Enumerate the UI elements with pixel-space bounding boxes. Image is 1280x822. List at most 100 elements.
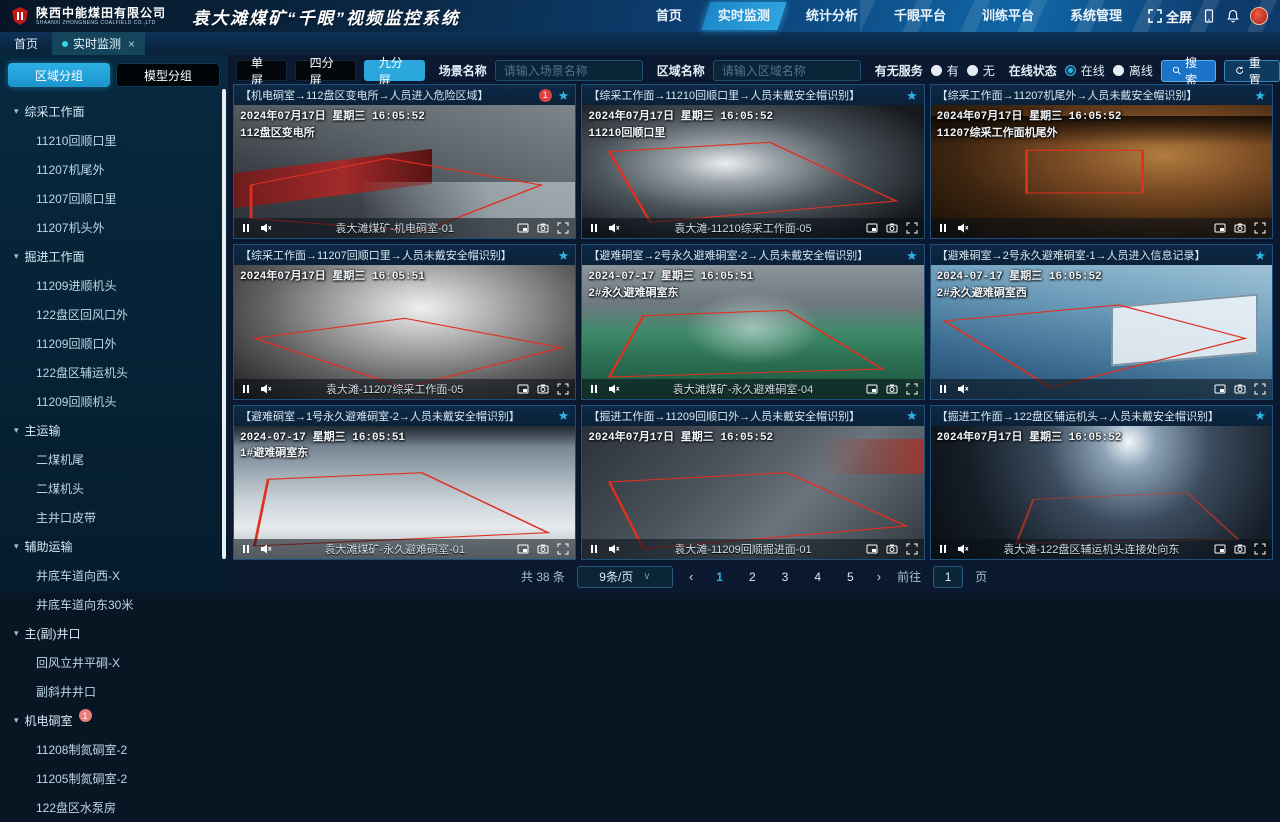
tab-realtime-monitor[interactable]: 实时监测 × (52, 32, 145, 55)
video-frame[interactable]: 2024-07-17 星期三 16:05:522#永久避难硐室西 (931, 265, 1272, 398)
expand-icon[interactable] (906, 222, 918, 234)
page-size-select[interactable]: 9条/页 ∨ (577, 566, 673, 588)
nav-statistics[interactable]: 统计分析 (788, 0, 876, 32)
tree-item[interactable]: 11209回顺口外 (0, 329, 228, 358)
pause-icon[interactable] (588, 383, 600, 395)
fullscreen-button[interactable]: 全屏 (1148, 7, 1192, 26)
video-frame[interactable]: 2024年07月17日 星期三 16:05:5211207综采工作面机尾外 (931, 105, 1272, 238)
snapshot-icon[interactable] (886, 222, 898, 234)
expand-icon[interactable] (906, 383, 918, 395)
search-button[interactable]: 搜索 (1161, 60, 1217, 82)
tree-item[interactable]: 井底车道向东30米 (0, 590, 228, 619)
tree-item[interactable]: 122盘区辅运机头 (0, 358, 228, 387)
mute-icon[interactable] (608, 383, 620, 395)
pause-icon[interactable] (240, 543, 252, 555)
tree-group-driving-face[interactable]: ▾ 掘进工作面 (0, 242, 228, 271)
video-cell-7[interactable]: 【避难硐室→1号永久避难硐室-2→人员未戴安全帽识别】 ★ 2024-07-17… (233, 405, 576, 560)
nine-screen-button[interactable]: 九分屏 (364, 60, 425, 81)
pause-icon[interactable] (937, 543, 949, 555)
favorite-star-icon[interactable]: ★ (1254, 249, 1266, 262)
online-option-online[interactable]: 在线 (1065, 62, 1105, 79)
tree-group-fully-mechanized-face[interactable]: ▾ 综采工作面 (0, 97, 228, 126)
snapshot-icon[interactable] (886, 383, 898, 395)
pip-icon[interactable] (517, 383, 529, 395)
nav-training-platform[interactable]: 训练平台 (964, 0, 1052, 32)
tree-item[interactable]: 回风立井平硐-X (0, 648, 228, 677)
online-option-offline[interactable]: 离线 (1113, 62, 1153, 79)
tree-item[interactable]: 11207机头外 (0, 213, 228, 242)
favorite-star-icon[interactable]: ★ (906, 89, 918, 102)
video-cell-9[interactable]: 【掘进工作面→122盘区辅运机头→人员未戴安全帽识别】 ★ 2024年07月17… (930, 405, 1273, 560)
mute-icon[interactable] (608, 543, 620, 555)
mute-icon[interactable] (957, 543, 969, 555)
pip-icon[interactable] (866, 222, 878, 234)
quad-screen-button[interactable]: 四分屏 (295, 60, 356, 81)
pip-icon[interactable] (517, 222, 529, 234)
tab-close-icon[interactable]: × (128, 37, 135, 51)
nav-qianyan-platform[interactable]: 千眼平台 (876, 0, 964, 32)
snapshot-icon[interactable] (1234, 543, 1246, 555)
single-screen-button[interactable]: 单屏 (236, 60, 287, 81)
expand-icon[interactable] (557, 222, 569, 234)
nav-realtime-monitor[interactable]: 实时监测 (700, 0, 788, 32)
pip-icon[interactable] (1214, 383, 1226, 395)
service-option-yes[interactable]: 有 (931, 62, 959, 79)
next-page-button[interactable]: › (873, 569, 885, 584)
tree-item[interactable]: 副斜井井口 (0, 677, 228, 706)
tree-item[interactable]: 122盘区回风口外 (0, 300, 228, 329)
video-frame[interactable]: 2024年07月17日 星期三 16:05:52 袁大滩-11209回顺掘进面-… (582, 426, 923, 559)
page-3-button[interactable]: 3 (775, 570, 796, 584)
tree-group-main-shaft[interactable]: ▾ 主(副)井口 (0, 619, 228, 648)
tree-item[interactable]: 11207回顺口里 (0, 184, 228, 213)
video-cell-5[interactable]: 【避难硐室→2号永久避难硐室-2→人员未戴安全帽识别】 ★ 2024-07-17… (581, 244, 924, 399)
pip-icon[interactable] (517, 543, 529, 555)
pause-icon[interactable] (240, 383, 252, 395)
page-1-button[interactable]: 1 (709, 570, 730, 584)
mute-icon[interactable] (957, 383, 969, 395)
tree-item[interactable]: 11205制氮硐室-2 (0, 764, 228, 793)
favorite-star-icon[interactable]: ★ (906, 249, 918, 262)
service-option-no[interactable]: 无 (967, 62, 995, 79)
snapshot-icon[interactable] (886, 543, 898, 555)
sidebar-scrollbar[interactable] (222, 89, 226, 559)
video-cell-3[interactable]: 【综采工作面→11207机尾外→人员未戴安全帽识别】 ★ 2024年07月17日… (930, 84, 1273, 239)
snapshot-icon[interactable] (537, 543, 549, 555)
expand-icon[interactable] (906, 543, 918, 555)
tree-item[interactable]: 二煤机头 (0, 474, 228, 503)
mute-icon[interactable] (260, 543, 272, 555)
goto-page-input[interactable] (933, 566, 963, 588)
pause-icon[interactable] (937, 222, 949, 234)
video-cell-1[interactable]: 【机电硐室→112盘区变电所→人员进入危险区域】 1 ★ 2024年07月17日… (233, 84, 576, 239)
nav-system-manage[interactable]: 系统管理 (1052, 0, 1140, 32)
video-cell-4[interactable]: 【综采工作面→11207回顺口里→人员未戴安全帽识别】 ★ 2024年07月17… (233, 244, 576, 399)
pip-icon[interactable] (866, 383, 878, 395)
mute-icon[interactable] (260, 383, 272, 395)
expand-icon[interactable] (557, 543, 569, 555)
tree-item[interactable]: 11210回顺口里 (0, 126, 228, 155)
favorite-star-icon[interactable]: ★ (906, 409, 918, 422)
favorite-star-icon[interactable]: ★ (1254, 409, 1266, 422)
page-2-button[interactable]: 2 (742, 570, 763, 584)
prev-page-button[interactable]: ‹ (685, 569, 697, 584)
video-frame[interactable]: 2024年07月17日 星期三 16:05:52 袁大滩-122盘区辅运机头连接… (931, 426, 1272, 559)
pause-icon[interactable] (588, 222, 600, 234)
favorite-star-icon[interactable]: ★ (1254, 89, 1266, 102)
tree-item[interactable]: 122盘区水泵房 (0, 793, 228, 822)
tree-item[interactable]: 主井口皮带 (0, 503, 228, 532)
snapshot-icon[interactable] (1234, 222, 1246, 234)
tree-item[interactable]: 二煤机尾 (0, 445, 228, 474)
snapshot-icon[interactable] (537, 222, 549, 234)
mute-icon[interactable] (957, 222, 969, 234)
expand-icon[interactable] (557, 383, 569, 395)
tree-item[interactable]: 11208制氮硐室-2 (0, 735, 228, 764)
tree-item[interactable]: 井底车道向西-X (0, 561, 228, 590)
video-frame[interactable]: 2024年07月17日 星期三 16:05:5211210回顺口里 袁大滩-11… (582, 105, 923, 238)
pause-icon[interactable] (937, 383, 949, 395)
mute-icon[interactable] (260, 222, 272, 234)
tree-item[interactable]: 11207机尾外 (0, 155, 228, 184)
nav-home[interactable]: 首页 (638, 0, 700, 32)
pip-icon[interactable] (1214, 543, 1226, 555)
favorite-star-icon[interactable]: ★ (558, 89, 570, 102)
reset-button[interactable]: 重置 (1224, 60, 1280, 82)
tree-group-main-transport[interactable]: ▾ 主运输 (0, 416, 228, 445)
